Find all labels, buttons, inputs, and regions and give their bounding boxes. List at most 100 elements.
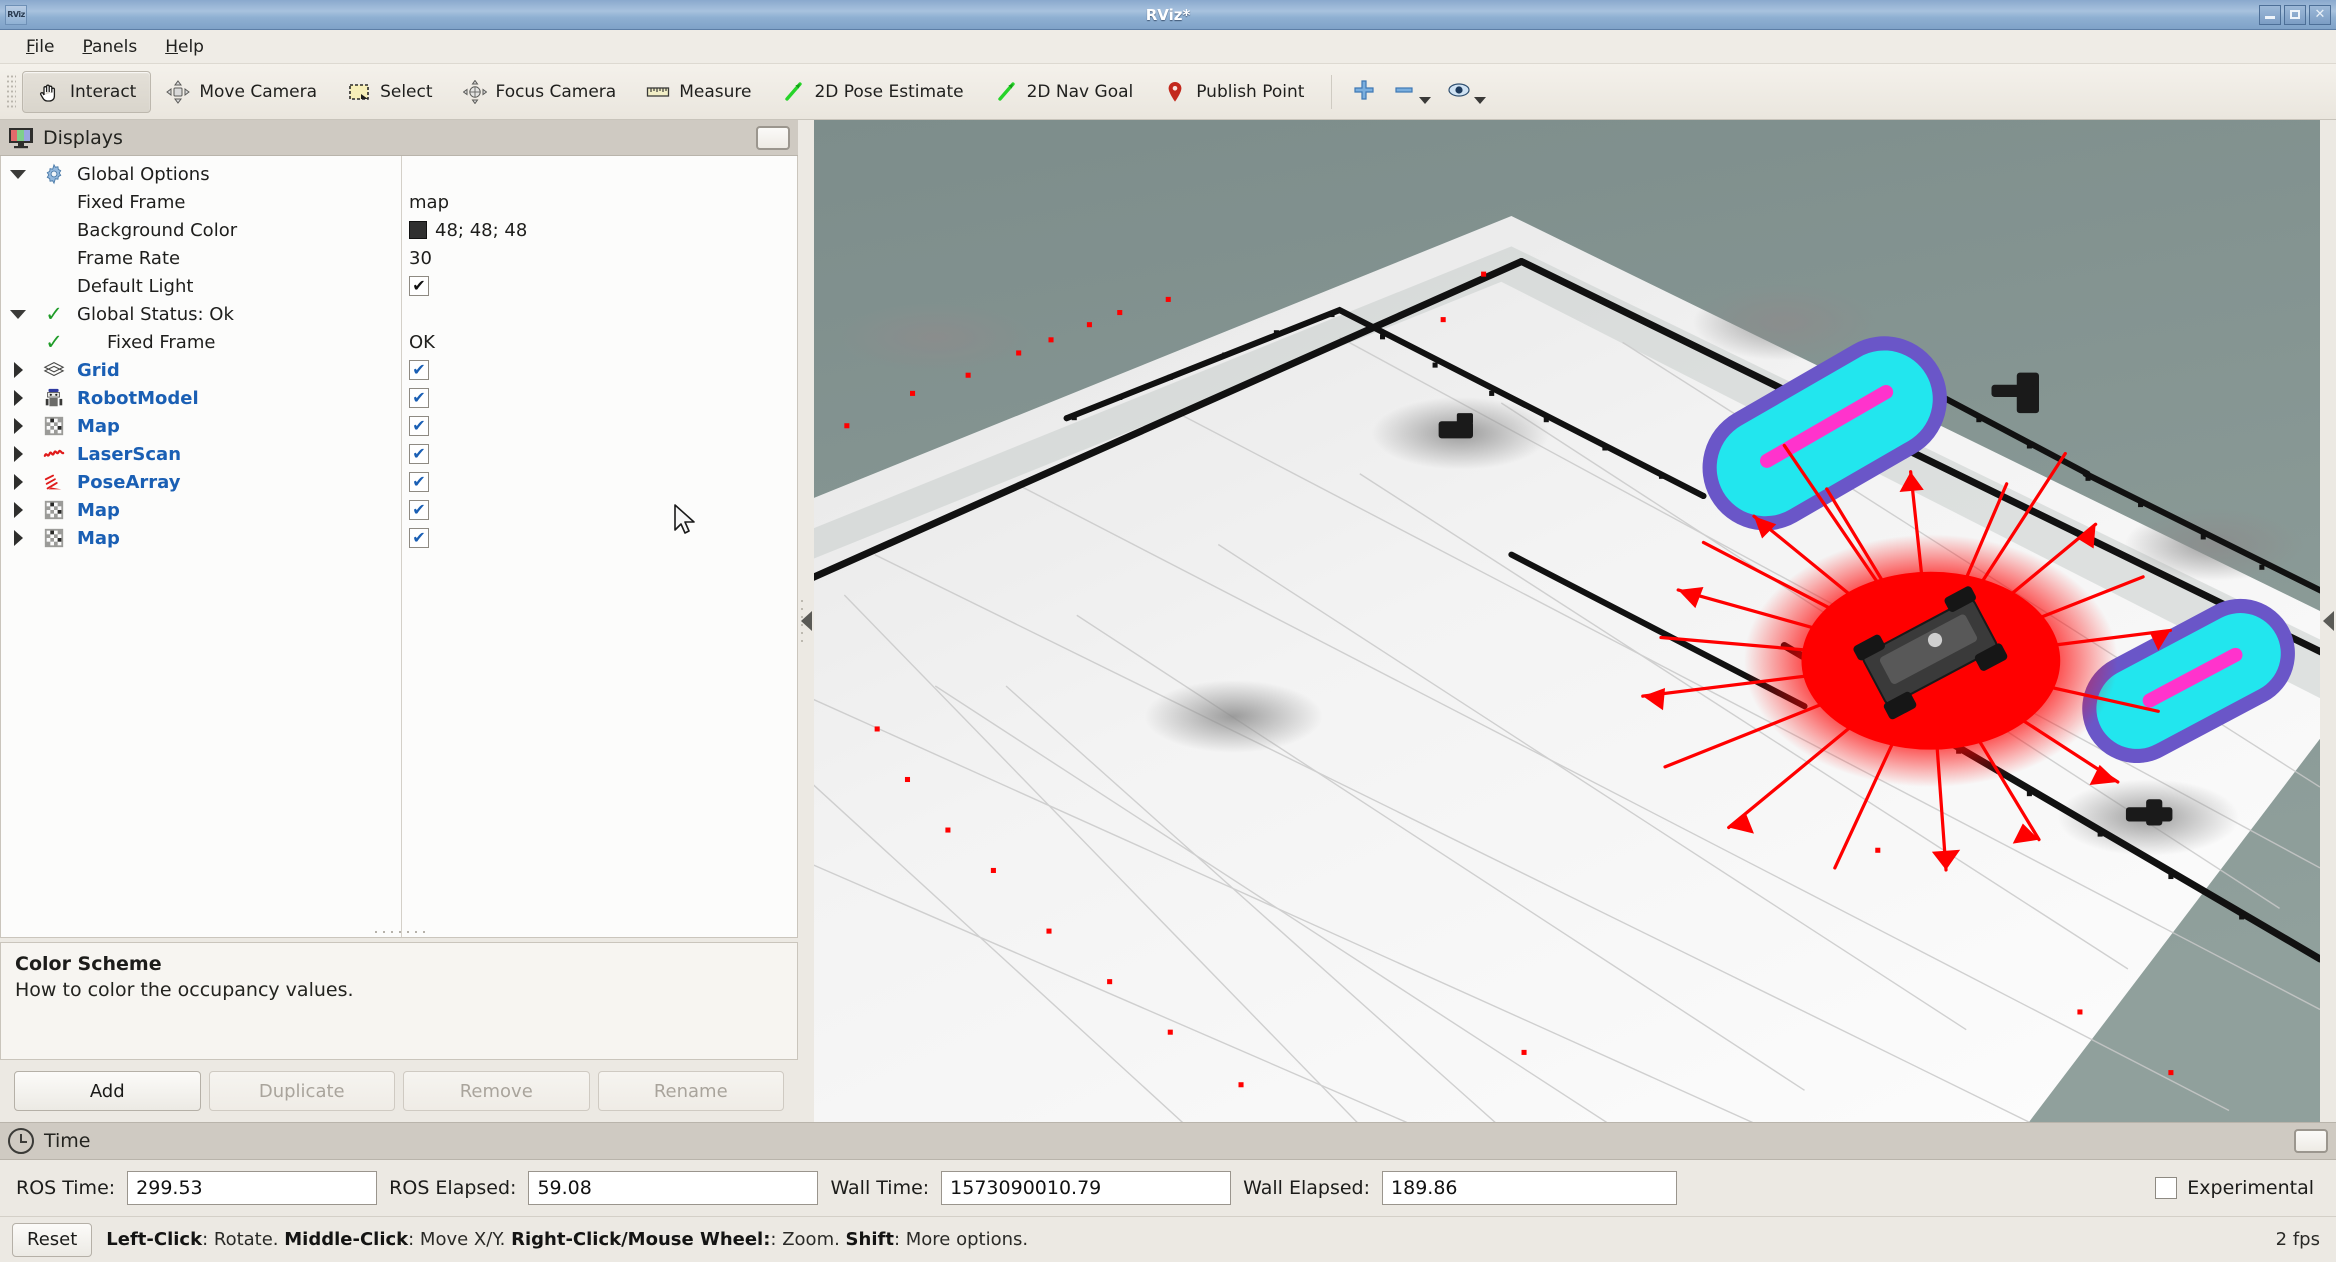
tool-focus-camera[interactable]: Focus Camera (448, 71, 632, 113)
expander-right-icon[interactable] (1, 446, 35, 462)
help-title: Color Scheme (15, 953, 162, 975)
gear-icon (35, 163, 73, 185)
tree-value: 48; 48; 48 (435, 219, 528, 241)
tree-value-wrap[interactable]: ✔ (409, 528, 429, 548)
expander-down-icon[interactable] (1, 309, 35, 319)
tool-select[interactable]: Select (332, 71, 447, 113)
remove-tool-button[interactable] (1384, 74, 1439, 110)
expander-right-icon[interactable] (1, 418, 35, 434)
tree-value[interactable]: 30 (409, 248, 432, 269)
expander-right-icon[interactable] (1, 390, 35, 406)
posearray-icon (35, 471, 73, 493)
robotmodel-enabled-checkbox[interactable]: ✔ (409, 388, 429, 408)
tree-value-wrap[interactable]: ✔ (409, 500, 429, 520)
expander-down-icon[interactable] (1, 169, 35, 179)
tree-row-laserscan[interactable]: LaserScan ✔ (1, 440, 797, 468)
tree-row-default-light[interactable]: Default Light ✔ (1, 272, 797, 300)
displays-float-button[interactable] (756, 125, 790, 150)
tree-row-robotmodel[interactable]: RobotModel ✔ (1, 384, 797, 412)
mouse-hint-text: Left-Click: Rotate. Middle-Click: Move X… (106, 1229, 1028, 1250)
left-splitter[interactable] (798, 120, 814, 1122)
tree-row-grid[interactable]: Grid ✔ (1, 356, 797, 384)
menu-panels[interactable]: Panels (68, 33, 151, 61)
tree-row-map-2[interactable]: Map ✔ (1, 496, 797, 524)
tree-vertical-splitter[interactable] (1, 927, 797, 937)
tool-select-label: Select (380, 81, 433, 102)
menu-help[interactable]: Help (151, 33, 218, 61)
maximize-button[interactable] (2284, 4, 2306, 25)
tool-measure-label: Measure (679, 81, 752, 102)
render-viewport-3d[interactable] (814, 120, 2320, 1122)
tree-row-frame-rate[interactable]: Frame Rate 30 (1, 244, 797, 272)
tree-row-global-status[interactable]: ✓ Global Status: Ok (1, 300, 797, 328)
add-button[interactable]: Add (14, 1071, 201, 1111)
right-splitter[interactable] (2320, 120, 2336, 1122)
time-float-button[interactable] (2294, 1129, 2328, 1153)
remove-button[interactable]: Remove (403, 1071, 590, 1111)
displays-tree[interactable]: Global Options Fixed Frame map Backgroun… (0, 156, 798, 938)
ros-elapsed-field[interactable]: 59.08 (528, 1171, 819, 1205)
tree-value[interactable]: map (409, 192, 449, 213)
duplicate-button[interactable]: Duplicate (208, 1071, 395, 1111)
tool-interact[interactable]: Interact (22, 70, 152, 113)
toolbar-grip[interactable] (6, 73, 16, 110)
wall-time-field[interactable]: 1573090010.79 (941, 1171, 1232, 1205)
tree-row-fixed-frame[interactable]: Fixed Frame map (1, 188, 797, 216)
laserscan-enabled-checkbox[interactable]: ✔ (409, 444, 429, 464)
tool-interact-label: Interact (70, 81, 137, 102)
tool-measure[interactable]: Measure (631, 71, 766, 113)
reset-button[interactable]: Reset (12, 1222, 93, 1257)
close-button[interactable]: ✕ (2309, 4, 2331, 25)
expander-right-icon[interactable] (1, 530, 35, 546)
main-body: Displays Global Options Fixed Frame map … (0, 120, 2336, 1122)
add-tool-button[interactable] (1344, 74, 1384, 110)
tool-2d-pose-estimate[interactable]: 2D Pose Estimate (766, 71, 978, 113)
tree-value-wrap[interactable]: 48; 48; 48 (409, 220, 527, 241)
minimize-button[interactable] (2259, 4, 2281, 25)
tree-row-background-color[interactable]: Background Color 48; 48; 48 (1, 216, 797, 244)
tree-value-wrap[interactable]: ✔ (409, 444, 429, 464)
menu-panels-label: anels (91, 36, 138, 57)
tool-publish-point[interactable]: Publish Point (1148, 71, 1319, 113)
ros-time-field[interactable]: 299.53 (127, 1171, 378, 1205)
wall-time-label: Wall Time: (830, 1177, 930, 1199)
expander-right-icon[interactable] (1, 474, 35, 490)
tree-row-posearray[interactable]: PoseArray ✔ (1, 468, 797, 496)
tool-move-camera[interactable]: Move Camera (151, 71, 332, 113)
default-light-checkbox[interactable]: ✔ (409, 276, 429, 296)
rename-button[interactable]: Rename (597, 1071, 784, 1111)
tree-value-wrap[interactable]: ✔ (409, 360, 429, 380)
tree-row-global-options[interactable]: Global Options (1, 160, 797, 188)
expander-right-icon[interactable] (1, 362, 35, 378)
tree-row-status-fixed-frame[interactable]: ✓ Fixed Frame OK (1, 328, 797, 356)
tree-row-map-1[interactable]: Map ✔ (1, 412, 797, 440)
green-check-icon: ✓ (45, 329, 63, 354)
hint-right-click: Right-Click/Mouse Wheel: (511, 1229, 771, 1250)
grid-enabled-checkbox[interactable]: ✔ (409, 360, 429, 380)
tree-value-wrap[interactable]: ✔ (409, 276, 429, 296)
map-2-enabled-checkbox[interactable]: ✔ (409, 500, 429, 520)
menu-help-label: elp (177, 36, 204, 57)
tree-value-wrap[interactable]: ✔ (409, 472, 429, 492)
expander-right-icon[interactable] (1, 502, 35, 518)
eye-icon (1447, 78, 1471, 106)
tree-value-wrap[interactable]: ✔ (409, 388, 429, 408)
tree-label: RobotModel (77, 387, 199, 409)
tree-label: LaserScan (77, 443, 182, 465)
collapse-right-icon[interactable] (2322, 611, 2334, 631)
tool-2d-nav-goal[interactable]: 2D Nav Goal (979, 71, 1149, 113)
view-tool-button[interactable] (1439, 74, 1494, 110)
chevron-down-icon[interactable] (1474, 96, 1487, 104)
tree-value-wrap[interactable]: ✔ (409, 416, 429, 436)
tree-row-map-3[interactable]: Map ✔ (1, 524, 797, 552)
tree-label: Map (77, 499, 120, 521)
color-swatch[interactable] (409, 221, 427, 239)
wall-elapsed-field[interactable]: 189.86 (1382, 1171, 1678, 1205)
posearray-enabled-checkbox[interactable]: ✔ (409, 472, 429, 492)
menu-file[interactable]: File (12, 33, 68, 61)
map-1-enabled-checkbox[interactable]: ✔ (409, 416, 429, 436)
hint-left-click: Left-Click (106, 1229, 203, 1250)
chevron-down-icon[interactable] (1419, 96, 1432, 104)
map-3-enabled-checkbox[interactable]: ✔ (409, 528, 429, 548)
experimental-checkbox[interactable] (2155, 1177, 2178, 1199)
